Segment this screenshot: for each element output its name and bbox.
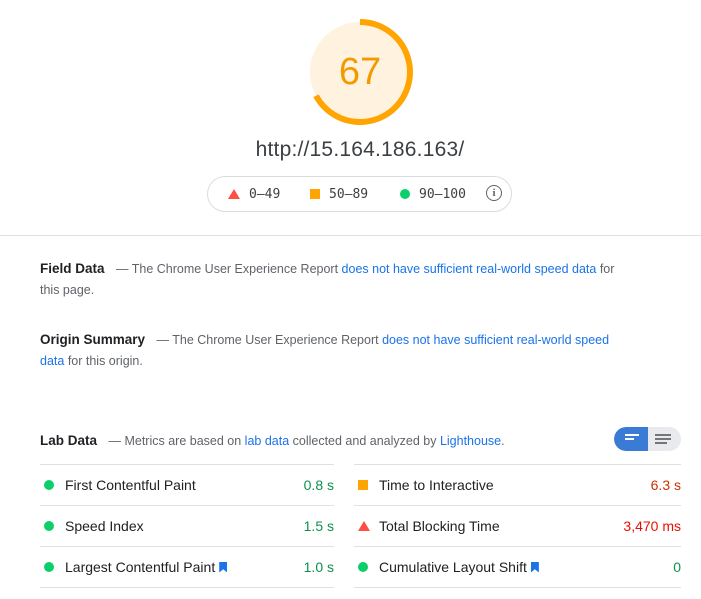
metric-label: First Contentful Paint bbox=[65, 477, 196, 493]
metrics-left-bottom-border bbox=[40, 587, 334, 588]
origin-summary-text-after: for this origin. bbox=[64, 354, 143, 368]
field-data-title: Field Data bbox=[40, 261, 105, 276]
field-data-text-before: — The Chrome User Experience Report bbox=[112, 262, 342, 276]
score-legend: 0–49 50–89 90–100 i bbox=[207, 176, 512, 212]
legend-average: 50–89 bbox=[310, 187, 368, 202]
metric-value: 6.3 s bbox=[650, 477, 681, 493]
metric-label-text: Cumulative Layout Shift bbox=[379, 559, 527, 575]
compact-view-icon bbox=[625, 434, 639, 442]
legend-fail-range: 0–49 bbox=[249, 186, 281, 202]
pass-circle-icon bbox=[358, 562, 368, 572]
pass-circle-icon bbox=[44, 480, 54, 490]
circle-icon bbox=[400, 189, 410, 199]
metric-row: Total Blocking Time 3,470 ms bbox=[354, 505, 681, 546]
pass-circle-icon bbox=[44, 521, 54, 531]
metric-label-text: Largest Contentful Paint bbox=[65, 559, 216, 575]
metric-row: Largest Contentful Paint 1.0 s bbox=[40, 546, 334, 587]
metric-label: Largest Contentful Paint bbox=[65, 559, 228, 575]
lab-data-text-before: — Metrics are based on bbox=[105, 434, 245, 448]
metric-row: Cumulative Layout Shift 0 bbox=[354, 546, 681, 587]
metric-label-text: Time to Interactive bbox=[379, 477, 494, 493]
field-data-link[interactable]: does not have sufficient real-world spee… bbox=[342, 262, 597, 276]
section-divider bbox=[0, 235, 701, 236]
info-icon[interactable]: i bbox=[486, 185, 502, 201]
metric-row: Time to Interactive 6.3 s bbox=[354, 464, 681, 505]
metrics-view-toggle[interactable] bbox=[614, 427, 681, 451]
lab-data-title: Lab Data bbox=[40, 433, 98, 448]
origin-summary-title: Origin Summary bbox=[40, 332, 146, 347]
triangle-icon bbox=[228, 189, 240, 199]
origin-summary-section: Origin Summary — The Chrome User Experie… bbox=[40, 329, 625, 372]
performance-score-gauge: 67 bbox=[304, 16, 416, 128]
metric-value: 3,470 ms bbox=[623, 518, 681, 534]
compact-view-button[interactable] bbox=[614, 427, 648, 451]
lab-data-header: Lab Data — Metrics are based on lab data… bbox=[40, 430, 505, 452]
metric-label: Time to Interactive bbox=[379, 477, 494, 493]
metrics-right-bottom-border bbox=[354, 587, 681, 588]
metric-row: Speed Index 1.5 s bbox=[40, 505, 334, 546]
lighthouse-link[interactable]: Lighthouse bbox=[440, 434, 501, 448]
metric-value: 0.8 s bbox=[303, 477, 334, 493]
metric-value: 1.5 s bbox=[303, 518, 334, 534]
fail-triangle-icon bbox=[358, 521, 370, 531]
metric-value: 0 bbox=[673, 559, 681, 575]
metric-label-text: Speed Index bbox=[65, 518, 144, 534]
metric-label-text: First Contentful Paint bbox=[65, 477, 196, 493]
metric-row: First Contentful Paint 0.8 s bbox=[40, 464, 334, 505]
pass-circle-icon bbox=[44, 562, 54, 572]
expanded-view-icon[interactable] bbox=[655, 434, 671, 446]
metric-label: Cumulative Layout Shift bbox=[379, 559, 539, 575]
lab-data-text-after: . bbox=[501, 434, 505, 448]
metrics-right-column: Time to Interactive 6.3 s Total Blocking T… bbox=[354, 464, 681, 587]
bookmark-icon[interactable] bbox=[219, 561, 228, 573]
origin-summary-text-before: — The Chrome User Experience Report bbox=[153, 333, 383, 347]
lab-data-link[interactable]: lab data bbox=[245, 434, 289, 448]
legend-pass: 90–100 bbox=[400, 187, 466, 202]
metric-value: 1.0 s bbox=[303, 559, 334, 575]
legend-pass-range: 90–100 bbox=[419, 186, 466, 202]
tested-url: http://15.164.186.163/ bbox=[255, 138, 465, 161]
field-data-section: Field Data — The Chrome User Experience … bbox=[40, 258, 630, 301]
bookmark-icon[interactable] bbox=[530, 561, 539, 573]
performance-score: 67 bbox=[338, 50, 382, 93]
metric-label: Total Blocking Time bbox=[379, 518, 500, 534]
metrics-left-column: First Contentful Paint 0.8 s Speed Index 1.… bbox=[40, 464, 334, 587]
metric-label: Speed Index bbox=[65, 518, 144, 534]
average-square-icon bbox=[358, 480, 368, 490]
lab-data-text-mid: collected and analyzed by bbox=[289, 434, 440, 448]
legend-average-range: 50–89 bbox=[329, 186, 369, 202]
legend-fail: 0–49 bbox=[228, 187, 280, 202]
metric-label-text: Total Blocking Time bbox=[379, 518, 500, 534]
square-icon bbox=[310, 189, 320, 199]
